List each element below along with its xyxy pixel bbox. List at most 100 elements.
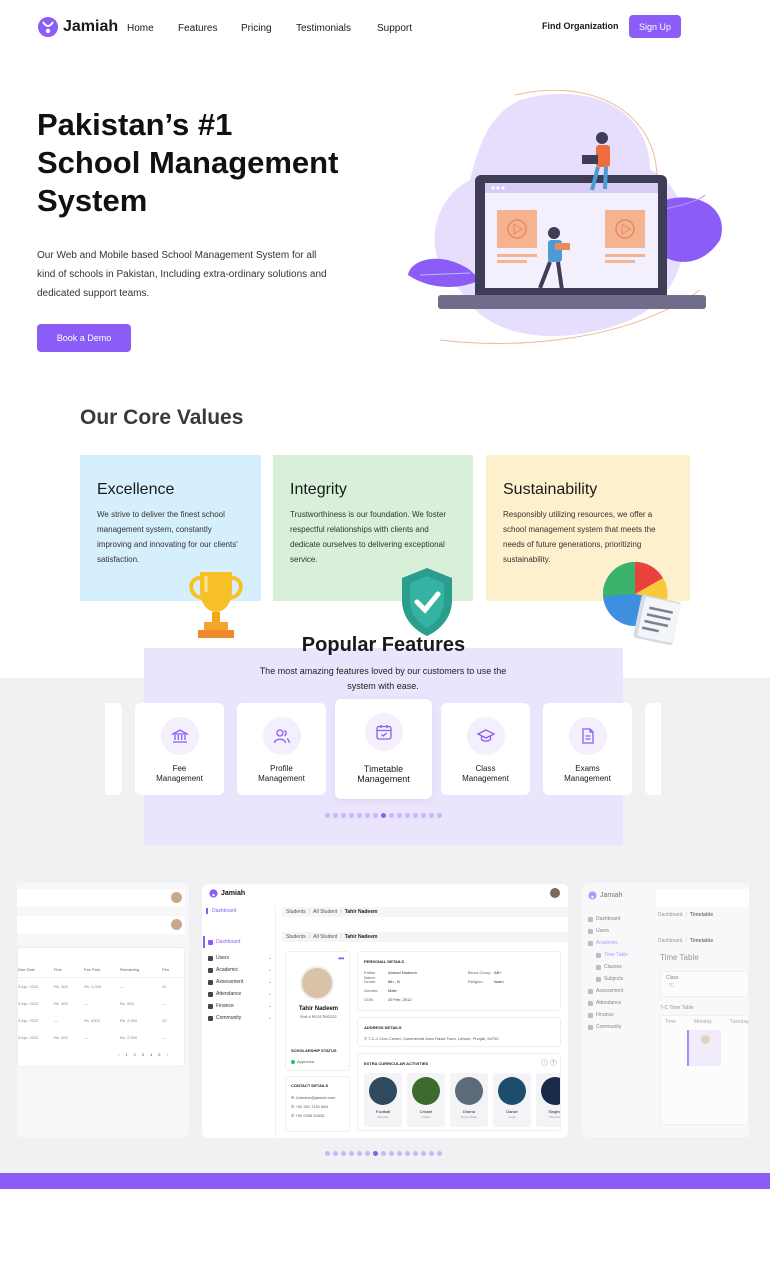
carousel-dot[interactable] xyxy=(429,813,434,818)
carousel-dot[interactable] xyxy=(405,1151,410,1156)
sidebar-item-finance[interactable]: Finance xyxy=(588,1009,654,1021)
page-button[interactable]: 1 xyxy=(125,1052,127,1057)
core-values-title: Our Core Values xyxy=(80,406,244,429)
carousel-dot[interactable] xyxy=(381,813,386,818)
status-dot-icon xyxy=(291,1059,295,1064)
feature-card-fee-management[interactable]: Fee Management xyxy=(135,703,224,795)
breadcrumb-item[interactable]: Students xyxy=(286,909,306,915)
activity-card[interactable]: Drama Script Writer xyxy=(450,1073,488,1127)
breadcrumb: Dashboard / Timetable xyxy=(658,912,713,918)
breadcrumb-item[interactable]: Tahir Nadeem xyxy=(345,909,378,915)
breadcrumb-item[interactable]: Students xyxy=(286,934,306,940)
sidebar-item-assessment[interactable]: Assessment ⌄ xyxy=(208,976,272,988)
sidebar-item-time-table[interactable]: Time Table xyxy=(588,949,654,961)
carousel-dot[interactable] xyxy=(349,813,354,818)
page-button[interactable]: ‹ xyxy=(118,1052,119,1057)
page-button[interactable]: 5 xyxy=(158,1052,160,1057)
carousel-next-icon[interactable]: › xyxy=(550,1059,557,1066)
page-button[interactable]: 3 xyxy=(142,1052,144,1057)
nav-support[interactable]: Support xyxy=(377,23,412,34)
breadcrumb-item[interactable]: All Student xyxy=(313,934,337,940)
preview-carousel-dots xyxy=(325,1151,442,1156)
sidebar-item-users[interactable]: Users xyxy=(588,925,654,937)
carousel-dot[interactable] xyxy=(341,813,346,818)
carousel-dot[interactable] xyxy=(333,813,338,818)
book-demo-button[interactable]: Book a Demo xyxy=(37,324,131,352)
sidebar-item-dashboard[interactable]: Dashboard xyxy=(588,913,654,925)
breadcrumb-item[interactable]: Dashboard xyxy=(658,938,682,944)
timetable-title: Time Table xyxy=(660,953,699,962)
carousel-dot[interactable] xyxy=(357,813,362,818)
carousel-dot[interactable] xyxy=(349,1151,354,1156)
page-button[interactable]: › xyxy=(167,1052,168,1057)
sidebar: Dashboard Users ⌄ Academic ⌄ Assessment ⌄ Atten… xyxy=(202,906,276,1138)
activity-card[interactable]: Dance Lead xyxy=(493,1073,531,1127)
carousel-dot[interactable] xyxy=(373,813,378,818)
feature-card-class-management[interactable]: Class Management xyxy=(441,703,530,795)
carousel-prev-icon[interactable]: ‹ xyxy=(541,1059,548,1066)
sidebar-item-finance[interactable]: Finance ⌄ xyxy=(208,1000,272,1012)
class-selector[interactable]: Class 7C xyxy=(660,971,749,997)
sidebar-item-attendance[interactable]: Attendance xyxy=(588,997,654,1009)
more-options-icon[interactable]: ••• xyxy=(338,954,344,963)
sidebar-item-academic[interactable]: Academic ⌄ xyxy=(208,964,272,976)
breadcrumb-item[interactable]: Tahir Nadeem xyxy=(345,934,378,940)
carousel-dot[interactable] xyxy=(421,1151,426,1156)
nav-features[interactable]: Features xyxy=(178,23,217,34)
carousel-dot[interactable] xyxy=(405,813,410,818)
sidebar-item-academic[interactable]: Academic xyxy=(588,937,654,949)
carousel-dot[interactable] xyxy=(325,813,330,818)
carousel-dot[interactable] xyxy=(413,813,418,818)
find-organization-link[interactable]: Find Organization xyxy=(542,21,619,31)
page-button[interactable]: 2 xyxy=(134,1052,136,1057)
sidebar-item-users[interactable]: Users ⌄ xyxy=(208,952,272,964)
brand-logo[interactable]: Jamiah xyxy=(37,16,118,38)
carousel-dot[interactable] xyxy=(389,813,394,818)
carousel-dot[interactable] xyxy=(429,1151,434,1156)
carousel-dot[interactable] xyxy=(333,1151,338,1156)
carousel-dot[interactable] xyxy=(397,1151,402,1156)
carousel-dot[interactable] xyxy=(381,1151,386,1156)
features-subtitle: The most amazing features loved by our c… xyxy=(259,666,507,691)
preview-logo: Jamiah xyxy=(588,891,623,900)
carousel-dot[interactable] xyxy=(341,1151,346,1156)
nav-pricing[interactable]: Pricing xyxy=(241,23,272,34)
carousel-dot[interactable] xyxy=(365,813,370,818)
carousel-dot[interactable] xyxy=(365,1151,370,1156)
carousel-dot[interactable] xyxy=(397,813,402,818)
sidebar-item-attendance[interactable]: Attendance ⌄ xyxy=(208,988,272,1000)
sidebar-item-community[interactable]: Community ⌄ xyxy=(208,1012,272,1024)
sign-up-button[interactable]: Sign Up xyxy=(629,15,681,38)
activity-card[interactable]: Cricket Coach xyxy=(407,1073,445,1127)
nav-home[interactable]: Home xyxy=(127,23,154,34)
carousel-dot[interactable] xyxy=(413,1151,418,1156)
address-value: ⚲ 7-C-1 Civic Center, Commercial Area Fa… xyxy=(364,1036,499,1041)
activity-role: Script Writer xyxy=(460,1115,478,1119)
nav-testimonials[interactable]: Testimonials xyxy=(296,23,351,34)
carousel-dot[interactable] xyxy=(389,1151,394,1156)
activity-role: Coach xyxy=(421,1115,431,1119)
carousel-dot[interactable] xyxy=(373,1151,378,1156)
breadcrumb-item[interactable]: Timetable xyxy=(690,912,713,918)
carousel-dot[interactable] xyxy=(421,813,426,818)
sidebar-item-classes[interactable]: Classes xyxy=(588,961,654,973)
breadcrumb-item[interactable]: Dashboard xyxy=(658,912,682,918)
activity-card[interactable]: Football Member xyxy=(364,1073,402,1127)
sidebar-item-dashboard[interactable]: Dashboard xyxy=(203,936,275,948)
feature-card-timetable-management[interactable]: Timetable Management xyxy=(335,699,432,799)
carousel-dot[interactable] xyxy=(325,1151,330,1156)
breadcrumb-item[interactable]: All Student xyxy=(313,909,337,915)
activity-card[interactable]: Singing Member xyxy=(536,1073,560,1127)
feature-card-profile-management[interactable]: Profile Management xyxy=(237,703,326,795)
page-button[interactable]: 4 xyxy=(150,1052,152,1057)
sidebar-item-assessment[interactable]: Assessment xyxy=(588,985,654,997)
breadcrumb: Dashboard / Timetable xyxy=(658,938,713,944)
carousel-dot[interactable] xyxy=(357,1151,362,1156)
sidebar-item-community[interactable]: Community xyxy=(588,1021,654,1033)
breadcrumb-item[interactable]: Timetable xyxy=(690,938,713,944)
carousel-dot[interactable] xyxy=(437,1151,442,1156)
feature-card-exams-management[interactable]: Exams Management xyxy=(543,703,632,795)
carousel-dot[interactable] xyxy=(437,813,442,818)
chevron-down-icon: ⌄ xyxy=(267,1003,272,1009)
sidebar-item-subjects[interactable]: Subjects xyxy=(588,973,654,985)
